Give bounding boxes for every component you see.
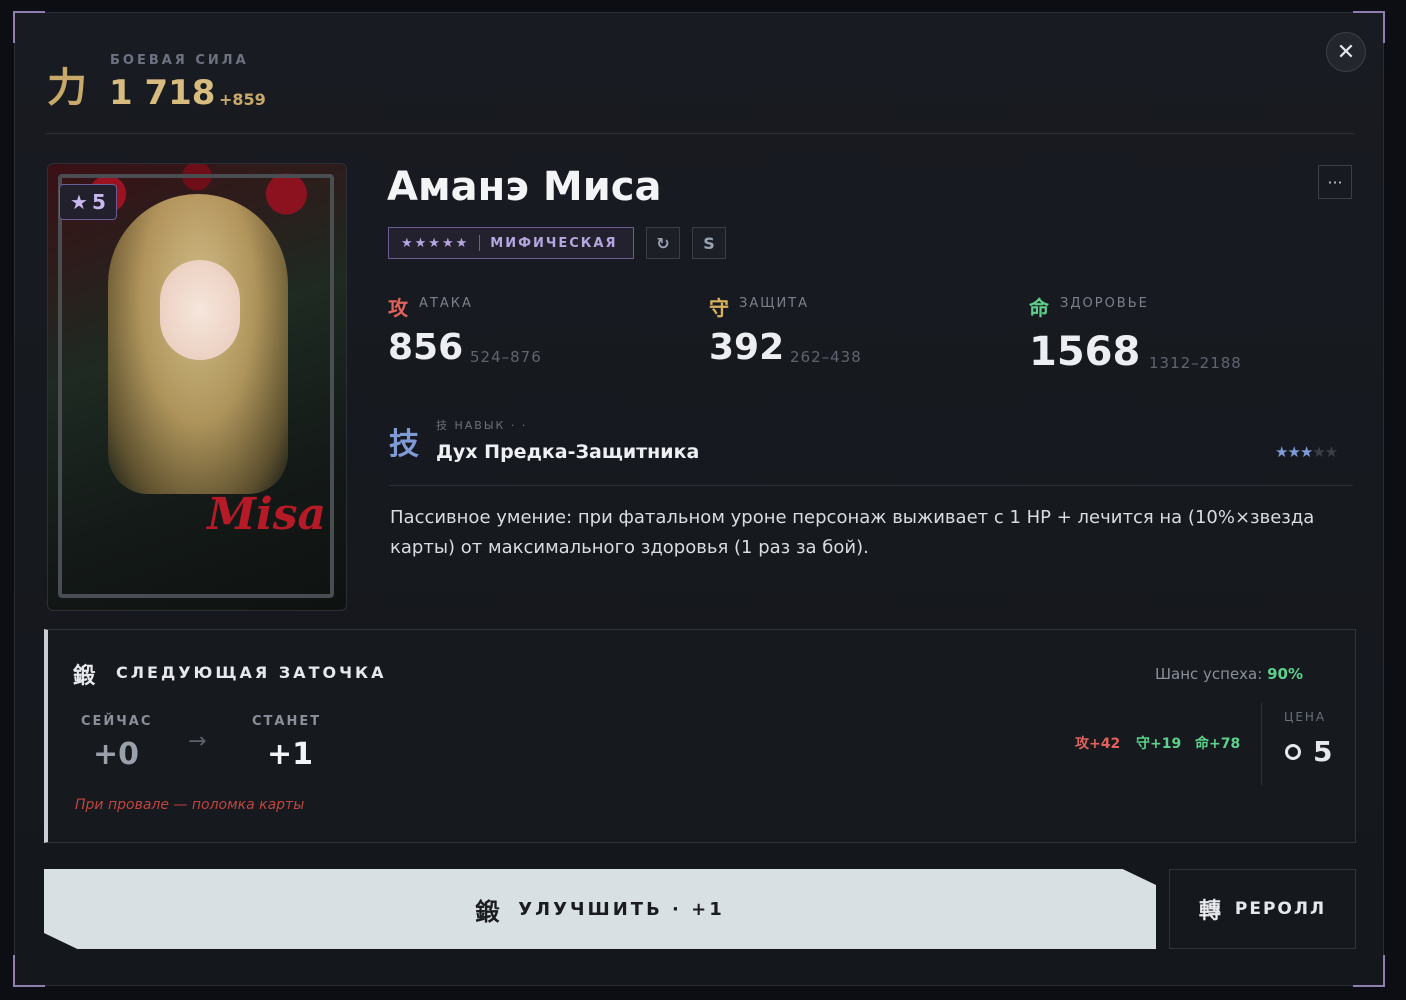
- enhancement-title: СЛЕДУЮЩАЯ ЗАТОЧКА: [116, 663, 387, 682]
- health-gain: 命+78: [1195, 736, 1241, 752]
- skill-divider: [389, 485, 1353, 486]
- next-level-label: СТАНЕТ: [252, 714, 322, 729]
- skill-level-stars: ★★★★★: [1275, 443, 1338, 461]
- card-image: Misa: [47, 163, 347, 611]
- skill-stars-filled: ★★★: [1275, 443, 1313, 461]
- power-label: БОЕВАЯ СИЛА: [110, 53, 249, 68]
- character-name: Аманэ Миса: [387, 164, 662, 210]
- attack-label: АТАКА: [419, 296, 473, 311]
- price-divider: [1261, 703, 1262, 785]
- refresh-icon: ↻: [656, 233, 670, 253]
- more-options-button[interactable]: ···: [1318, 165, 1352, 199]
- defense-value: 392: [709, 327, 785, 368]
- power-icon: 力: [47, 65, 87, 111]
- refresh-button[interactable]: ↻: [646, 227, 680, 259]
- defense-range: 262–438: [790, 348, 862, 366]
- rarity-label: МИФИЧЕСКАЯ: [490, 235, 618, 251]
- success-chance: Шанс успеха: 90%: [1155, 665, 1303, 683]
- skill-label: 技 НАВЫК · ·: [436, 419, 528, 432]
- price-label: ЦЕНА: [1284, 710, 1327, 724]
- attack-icon: 攻: [388, 296, 408, 320]
- header-divider: [45, 133, 1355, 134]
- upgrade-button[interactable]: 鍛 УЛУЧШИТЬ · +1: [44, 869, 1156, 949]
- skill-stars-empty: ★★: [1312, 443, 1338, 461]
- success-chance-value: 90%: [1267, 665, 1303, 683]
- power-value: 1 718: [109, 73, 216, 113]
- health-icon: 命: [1029, 296, 1049, 320]
- close-button[interactable]: ✕: [1326, 32, 1366, 72]
- star-icon: ★: [70, 190, 88, 214]
- skill-name: Дух Предка-Защитника: [436, 441, 700, 463]
- failure-warning: При провале — поломка карты: [75, 797, 305, 813]
- skill-icon: 技: [389, 427, 419, 462]
- rarity-separator: [479, 235, 481, 251]
- grade-badge: S: [692, 227, 726, 259]
- rarity-stars: ★★★★★: [401, 235, 470, 251]
- current-level-value: +0: [93, 737, 140, 772]
- defense-gain: 守+19: [1136, 736, 1182, 752]
- card-star-badge: ★ 5: [59, 184, 117, 220]
- corner-decoration: [13, 11, 45, 43]
- health-label: ЗДОРОВЬЕ: [1060, 296, 1149, 311]
- next-level-value: +1: [267, 737, 314, 772]
- card-detail-panel: 力 БОЕВАЯ СИЛА 1 718 +859 ✕ Misa ★ 5 Аман…: [13, 11, 1385, 987]
- price-value: 5: [1313, 735, 1333, 768]
- success-chance-label: Шанс успеха:: [1154, 665, 1263, 683]
- price: 5: [1285, 735, 1332, 768]
- defense-icon: 守: [709, 296, 729, 320]
- forge-icon: 鍛: [475, 897, 503, 926]
- power-delta: +859: [219, 90, 266, 109]
- upgrade-label: УЛУЧШИТЬ · +1: [518, 898, 725, 920]
- defense-label: ЗАЩИТА: [739, 296, 810, 311]
- health-range: 1312–2188: [1149, 354, 1242, 372]
- attack-range: 524–876: [470, 348, 542, 366]
- coin-icon: [1285, 743, 1301, 760]
- rarity-badge: ★★★★★ МИФИЧЕСКАЯ: [388, 227, 634, 259]
- arrow-right-icon: →: [188, 729, 207, 754]
- corner-decoration: [13, 955, 45, 987]
- attack-gain: 攻+42: [1075, 736, 1121, 752]
- more-icon: ···: [1327, 172, 1343, 192]
- character-face: [160, 260, 240, 360]
- star-count: 5: [91, 190, 106, 214]
- health-value: 1568: [1029, 329, 1141, 375]
- close-icon: ✕: [1336, 39, 1356, 65]
- card-art-signature: Misa: [207, 489, 326, 540]
- attack-value: 856: [388, 327, 464, 368]
- skill-description: Пассивное умение: при фатальном уроне пе…: [390, 507, 1315, 558]
- current-level-label: СЕЙЧАС: [81, 714, 153, 729]
- corner-decoration: [1353, 955, 1385, 987]
- reroll-icon: 轉: [1198, 899, 1223, 924]
- reroll-label: РЕРОЛЛ: [1234, 899, 1327, 919]
- reroll-button[interactable]: 轉 РЕРОЛЛ: [1169, 869, 1356, 949]
- forge-icon: 鍛: [73, 664, 96, 689]
